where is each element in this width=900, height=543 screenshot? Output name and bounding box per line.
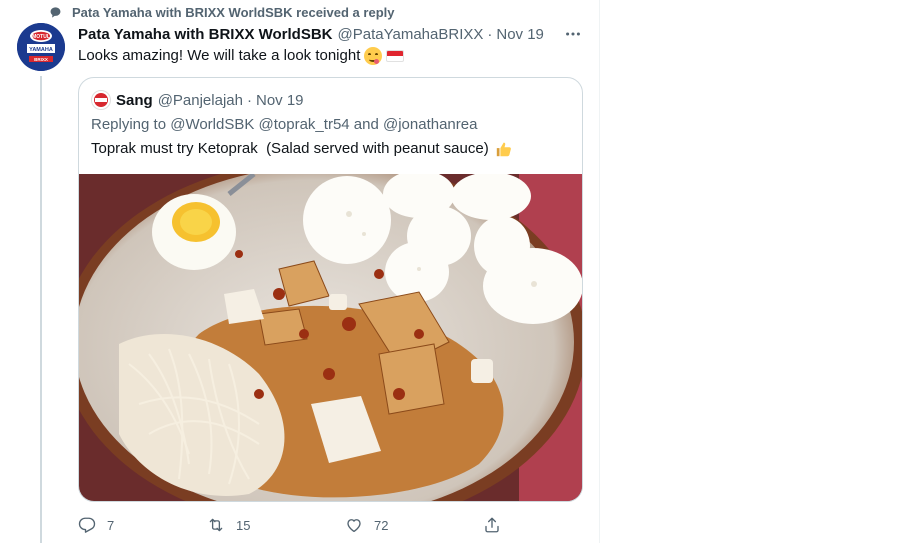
quoted-timestamp: Nov 19 [255,91,304,109]
quoted-tweet-card[interactable]: Sang @Panjelajah · Nov 19 Replying to @W… [78,77,583,502]
share-button[interactable] [483,514,501,536]
thread-line [40,76,42,543]
avatar-logo-top: MOTUL [32,34,50,40]
food-photo-image[interactable] [79,174,582,501]
quoted-author-handle: @Panjelajah [157,91,243,109]
face-savoring-food-emoji [364,47,383,65]
avatar-logo-bottom: BRIXX [34,57,48,62]
quoted-author-avatar [91,90,111,110]
reply-bubble-icon [49,6,62,19]
indonesia-flag-emoji [386,50,405,62]
author-name[interactable]: Pata Yamaha with BRIXX WorldSBK [78,26,333,43]
replying-to: Replying to @WorldSBK @toprak_tr54 and @… [91,116,478,133]
quoted-tweet-text: Toprak must try Ketoprak (Salad served w… [91,139,513,159]
tweet-actions: 7 15 72 [78,514,503,536]
avatar-logo-mid: YAMAHA [29,47,53,53]
like-count: 72 [374,517,389,533]
social-context[interactable]: Pata Yamaha with BRIXX WorldSBK received… [49,3,394,21]
tweet-text: Looks amazing! We will take a look tonig… [78,46,405,66]
retweet-icon [209,518,223,532]
like-button[interactable]: 72 [345,514,388,536]
reply-count: 7 [107,517,115,533]
retweet-count: 15 [236,517,251,533]
heart-icon [347,519,361,533]
quoted-separator-dot: · [246,91,252,109]
tweet-timestamp[interactable]: Nov 19 [496,26,544,43]
author-handle[interactable]: @PataYamahaBRIXX [338,26,484,43]
thumbs-up-emoji [495,140,513,158]
tweet-text-content: Looks amazing! We will take a look tonig… [78,47,361,64]
tweet-header: Pata Yamaha with BRIXX WorldSBK @PataYam… [78,24,583,44]
quoted-tweet-header: Sang @Panjelajah · Nov 19 [91,90,304,110]
more-options-button[interactable] [563,24,583,44]
quoted-tweet-text-content: Toprak must try Ketoprak (Salad served w… [91,140,489,157]
quoted-author-name: Sang [116,91,153,109]
social-context-text: Pata Yamaha with BRIXX WorldSBK received… [72,4,395,20]
separator-dot: · [487,25,493,43]
reply-button[interactable]: 7 [78,514,114,536]
reply-icon [78,517,96,533]
more-dots-icon [566,32,580,36]
share-icon [485,517,499,533]
avatar[interactable]: MOTUL YAMAHA BRIXX [17,23,65,71]
retweet-button[interactable]: 15 [207,514,250,536]
tweet-column: Pata Yamaha with BRIXX WorldSBK received… [0,0,600,543]
